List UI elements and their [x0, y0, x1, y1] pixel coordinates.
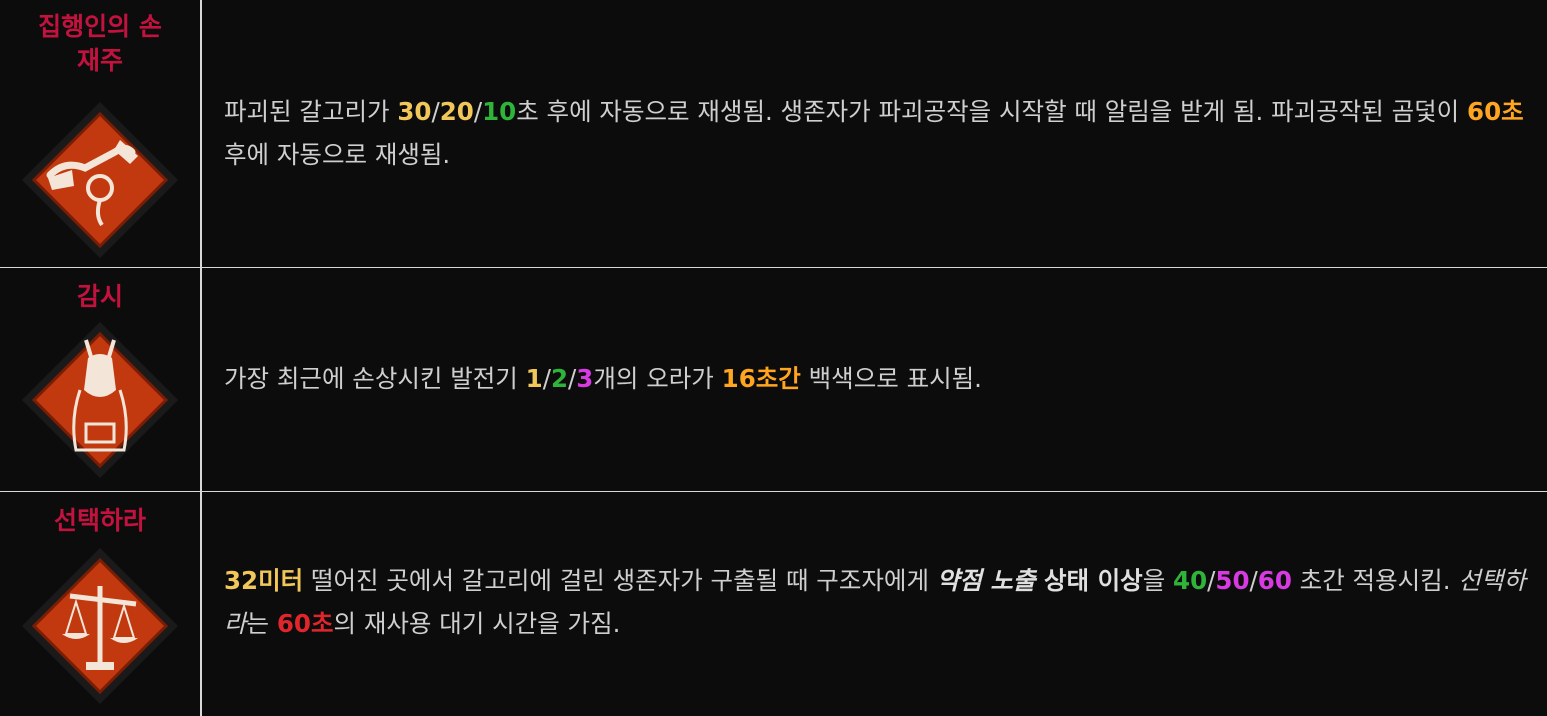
desc-text: 의 재사용 대기 시간을 가짐.: [333, 609, 621, 638]
desc-text: 을: [1142, 566, 1174, 595]
desc-text: 떨어진 곳에서 갈고리에 걸린 생존자가 구출될 때 구조자에게: [303, 566, 937, 595]
desc-text: 초간 적용시킴.: [1291, 566, 1459, 595]
highlight-value: 60초: [1467, 97, 1524, 126]
tier-value-2: 20: [439, 97, 474, 126]
status-effect-label: 상태 이상: [1035, 566, 1143, 595]
perk-name: 집행인의 손 재주: [38, 12, 162, 75]
perk-description: 가장 최근에 손상시킨 발전기 1/2/3개의 오라가 16초간 백색으로 표시…: [224, 357, 1529, 400]
status-effect-name: 약점 노출: [936, 566, 1036, 595]
perk-description: 파괴된 갈고리가 30/20/10초 후에 자동으로 재생됨. 생존자가 파괴공…: [224, 90, 1529, 176]
tier-value-3: 60: [1257, 566, 1292, 595]
column-divider: [200, 0, 202, 716]
desc-text: 초 후에 자동으로 재생됨. 생존자가 파괴공작을 시작할 때 알림을 받게 됨…: [516, 97, 1468, 126]
separator: /: [542, 364, 551, 393]
perk-row: 선택하라 32미터 떨어진 곳에서 갈고리에 걸린 생존자가 구출될 때 구조자…: [0, 492, 1547, 716]
desc-text: 백색으로 표시됨.: [800, 364, 982, 393]
perk-cell-left: 감시: [0, 268, 200, 491]
tier-value-1: 30: [397, 97, 432, 126]
separator: /: [473, 97, 483, 126]
separator: /: [1249, 566, 1258, 595]
highlight-value: 16초간: [721, 364, 801, 393]
hangmans-trick-icon: [20, 100, 180, 260]
cooldown-value: 60초: [276, 609, 334, 638]
desc-text: 는: [246, 609, 277, 638]
perk-table: 집행인의 손 재주 파괴된 갈고리가 30/20/10초 후에 자동으로 재생됨…: [0, 0, 1547, 716]
tier-value-3: 10: [482, 97, 517, 126]
desc-text: 가장 최근에 손상시킨 발전기: [224, 364, 526, 393]
row-divider: [0, 267, 1547, 268]
tier-value-2: 2: [550, 364, 569, 393]
surveillance-icon: [20, 320, 180, 480]
perk-name: 선택하라: [53, 506, 146, 535]
perk-cell-left: 선택하라: [0, 492, 200, 716]
desc-text: 후에 자동으로 재생됨.: [224, 140, 451, 169]
make-your-choice-icon: [20, 546, 180, 706]
perk-description: 32미터 떨어진 곳에서 갈고리에 걸린 생존자가 구출될 때 구조자에게 약점…: [224, 559, 1529, 645]
perk-row: 집행인의 손 재주 파괴된 갈고리가 30/20/10초 후에 자동으로 재생됨…: [0, 0, 1547, 267]
perk-cell-left: 집행인의 손 재주: [0, 0, 200, 267]
highlight-value: 32미터: [224, 566, 304, 595]
tier-value-1: 1: [525, 364, 543, 393]
tier-value-3: 3: [576, 364, 594, 393]
tier-value-2: 50: [1215, 566, 1250, 595]
perk-name: 감시: [76, 282, 123, 311]
row-divider: [0, 491, 1547, 492]
tier-value-1: 40: [1173, 566, 1208, 595]
separator: /: [431, 97, 440, 126]
desc-text: 개의 오라가: [593, 364, 722, 393]
desc-text: 파괴된 갈고리가: [224, 97, 398, 126]
perk-row: 감시 가장 최근에 손상시킨 발전기 1/2/3개의 오라가 16초간 백색으로…: [0, 268, 1547, 491]
